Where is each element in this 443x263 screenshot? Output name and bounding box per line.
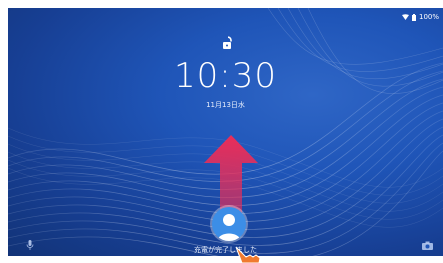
user-avatar-button[interactable] <box>212 207 246 241</box>
unlock-icon <box>223 36 232 49</box>
camera-icon[interactable] <box>422 241 433 250</box>
clock-time: 10:30 <box>174 56 277 96</box>
user-avatar-icon <box>217 214 241 241</box>
status-bar: 100% <box>401 11 439 23</box>
pointing-hand-icon <box>235 246 261 263</box>
swipe-up-arrow-icon <box>204 135 258 217</box>
wifi-icon <box>401 14 409 20</box>
battery-icon <box>411 13 416 21</box>
mic-icon[interactable] <box>26 240 34 251</box>
lockscreen: 100% 10:30 11月13日水 充電が完了しました <box>8 8 443 256</box>
battery-percentage: 100% <box>418 13 439 21</box>
clock-date: 11月13日水 <box>206 101 245 109</box>
charging-status: 充電が完了しました <box>194 246 257 254</box>
